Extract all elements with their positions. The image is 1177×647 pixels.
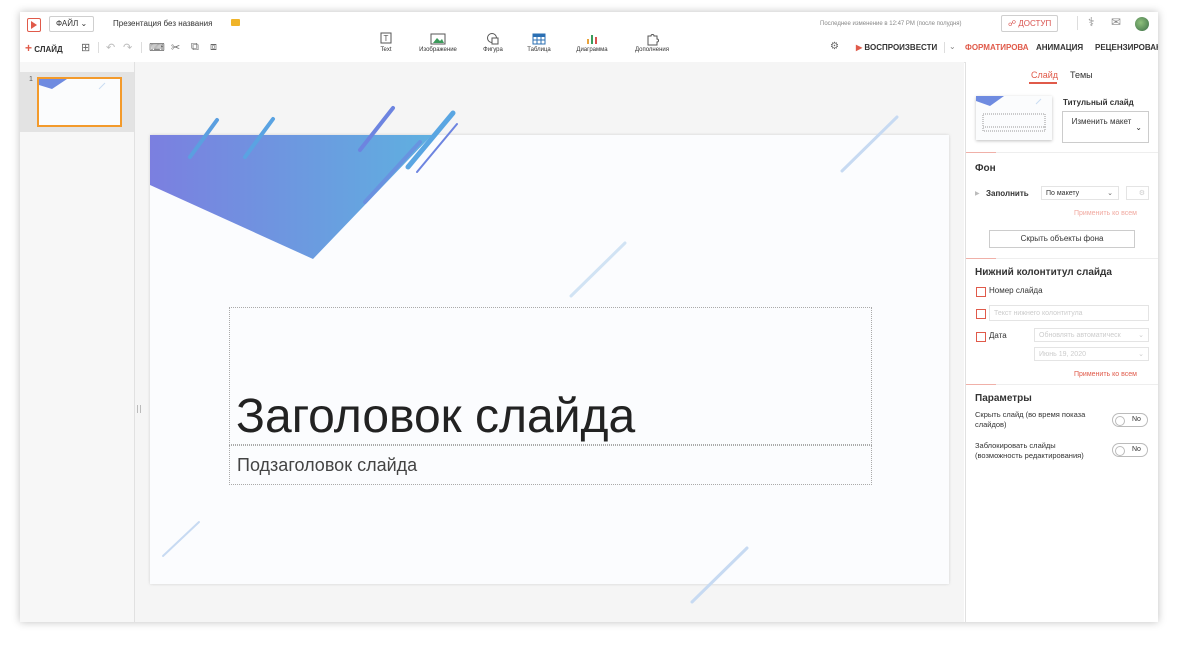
insert-shape-button[interactable]: Фигура	[479, 32, 507, 53]
fill-label: Заполнить	[986, 189, 1029, 198]
cut-icon[interactable]: ✂	[171, 41, 180, 54]
section-accent	[966, 384, 996, 385]
image-icon	[430, 33, 446, 45]
footer-text-checkbox[interactable]	[976, 309, 986, 319]
paste-icon[interactable]: ⧈	[210, 41, 217, 54]
apply-footer-all-link[interactable]: Применить ко всем	[1074, 371, 1137, 378]
expand-icon[interactable]: ▶	[975, 190, 980, 197]
params-heading: Параметры	[975, 393, 1032, 404]
editor-canvas: Заголовок слайда Подзаголовок слайда	[135, 62, 964, 622]
app-window: ФАЙЛ ⌄ Презентация без названия Последне…	[20, 12, 1158, 622]
slide-thumbnail[interactable]	[37, 77, 122, 127]
format-painter-icon[interactable]: ⌨	[149, 41, 165, 54]
slide-number-checkbox[interactable]	[976, 287, 986, 297]
panel-resize-handle[interactable]	[137, 405, 141, 413]
footer-text-input[interactable]: Текст нижнего колонтитула	[989, 305, 1149, 321]
avatar[interactable]	[1135, 17, 1149, 31]
lock-slides-toggle[interactable]: No	[1112, 443, 1148, 457]
play-options-chevron-icon[interactable]: ⌄	[949, 42, 956, 51]
settings-icon[interactable]: ⚙	[830, 41, 839, 52]
section-accent	[966, 152, 996, 153]
addons-button[interactable]: Дополнения	[630, 32, 674, 53]
tab-slide[interactable]: Слайд	[1031, 70, 1058, 80]
document-title[interactable]: Презентация без названия	[113, 19, 212, 28]
divider	[944, 42, 945, 53]
tab-review[interactable]: РЕЦЕНЗИРОВАН	[1095, 43, 1158, 52]
toggle-knob	[1115, 446, 1125, 456]
svg-text:T: T	[384, 34, 389, 43]
gear-icon: ⚙	[1138, 190, 1145, 197]
divider	[141, 42, 142, 53]
chevron-down-icon: ⌄	[1135, 123, 1142, 132]
format-panel: Слайд Темы Титульный слайд Изменить маке…	[965, 62, 1158, 622]
slide-title[interactable]: Заголовок слайда	[236, 389, 635, 444]
fill-select[interactable]: По макету ⌄	[1041, 186, 1119, 200]
divider	[98, 42, 99, 53]
insert-text-button[interactable]: T Text	[375, 32, 397, 53]
tab-format[interactable]: ФОРМАТИРОВА	[965, 43, 1029, 52]
insert-table-button[interactable]: Таблица	[524, 32, 554, 53]
chevron-down-icon: ⌄	[1107, 190, 1113, 197]
collaborators-icon[interactable]: ⚕	[1088, 15, 1095, 29]
last-change-status: Последнее изменение в 12:47 PM (после по…	[820, 21, 962, 27]
top-bar: ФАЙЛ ⌄ Презентация без названия Последне…	[20, 12, 1158, 63]
play-button[interactable]: ▶ ВОСПРОИЗВЕСТИ	[856, 43, 937, 52]
layout-icon[interactable]: ⊞	[81, 41, 90, 54]
copy-icon[interactable]: ⧉	[191, 41, 199, 54]
footer-heading: Нижний колонтитул слайда	[975, 267, 1112, 278]
redo-icon[interactable]: ↷	[123, 41, 132, 54]
date-label: Дата	[989, 331, 1007, 340]
layout-name: Титульный слайд	[1063, 98, 1134, 107]
tab-indicator	[1029, 82, 1057, 84]
file-menu-button[interactable]: ФАЙЛ ⌄	[49, 16, 95, 32]
insert-image-button[interactable]: Изображение	[412, 32, 464, 53]
chevron-down-icon: ⌄	[1138, 332, 1144, 339]
date-value-select[interactable]: Июнь 19, 2020 ⌄	[1034, 347, 1149, 361]
app-logo-icon[interactable]	[27, 18, 41, 32]
chevron-down-icon: ⌄	[1138, 351, 1144, 358]
undo-icon[interactable]: ↶	[106, 41, 115, 54]
background-heading: Фон	[975, 163, 996, 174]
lock-slides-label: Заблокировать слайды (возможность редакт…	[975, 441, 1084, 460]
text-icon: T	[380, 32, 392, 44]
apply-background-all-link[interactable]: Применить ко всем	[1074, 210, 1137, 217]
fill-color-picker[interactable]: ⚙	[1126, 186, 1149, 200]
layout-preview-decoration	[976, 96, 1046, 132]
layout-preview[interactable]	[976, 96, 1052, 140]
hide-background-objects-button[interactable]: Скрыть объекты фона	[989, 230, 1135, 248]
slide[interactable]: Заголовок слайда Подзаголовок слайда	[150, 135, 949, 584]
tab-themes[interactable]: Темы	[1070, 70, 1093, 80]
slide-number: 1	[29, 76, 33, 83]
slides-panel: 1	[20, 62, 135, 622]
shape-icon	[487, 33, 499, 45]
divider	[1077, 16, 1078, 30]
slide-subtitle[interactable]: Подзаголовок слайда	[237, 455, 417, 476]
thumbnail-decoration	[39, 79, 106, 90]
insert-chart-button[interactable]: Диаграмма	[572, 32, 612, 53]
date-checkbox[interactable]	[976, 332, 986, 342]
chart-icon	[587, 35, 597, 44]
puzzle-icon	[647, 34, 659, 46]
table-icon	[532, 33, 546, 45]
toggle-knob	[1115, 416, 1125, 426]
date-mode-select[interactable]: Обновлять автоматическ ⌄	[1034, 328, 1149, 342]
tab-animation[interactable]: АНИМАЦИЯ	[1036, 43, 1083, 52]
hide-slide-label: Скрыть слайд (во время показа слайдов)	[975, 410, 1086, 429]
section-accent	[966, 258, 996, 259]
access-button[interactable]: ☍ ДОСТУП	[1001, 15, 1059, 32]
folder-icon[interactable]	[231, 19, 240, 26]
mail-icon[interactable]: ✉	[1111, 15, 1121, 29]
hide-slide-toggle[interactable]: No	[1112, 413, 1148, 427]
change-layout-button[interactable]: Изменить макет ⌄	[1062, 111, 1149, 143]
add-slide-button[interactable]: + СЛАЙД	[25, 41, 63, 55]
slide-number-label: Номер слайда	[989, 286, 1043, 295]
